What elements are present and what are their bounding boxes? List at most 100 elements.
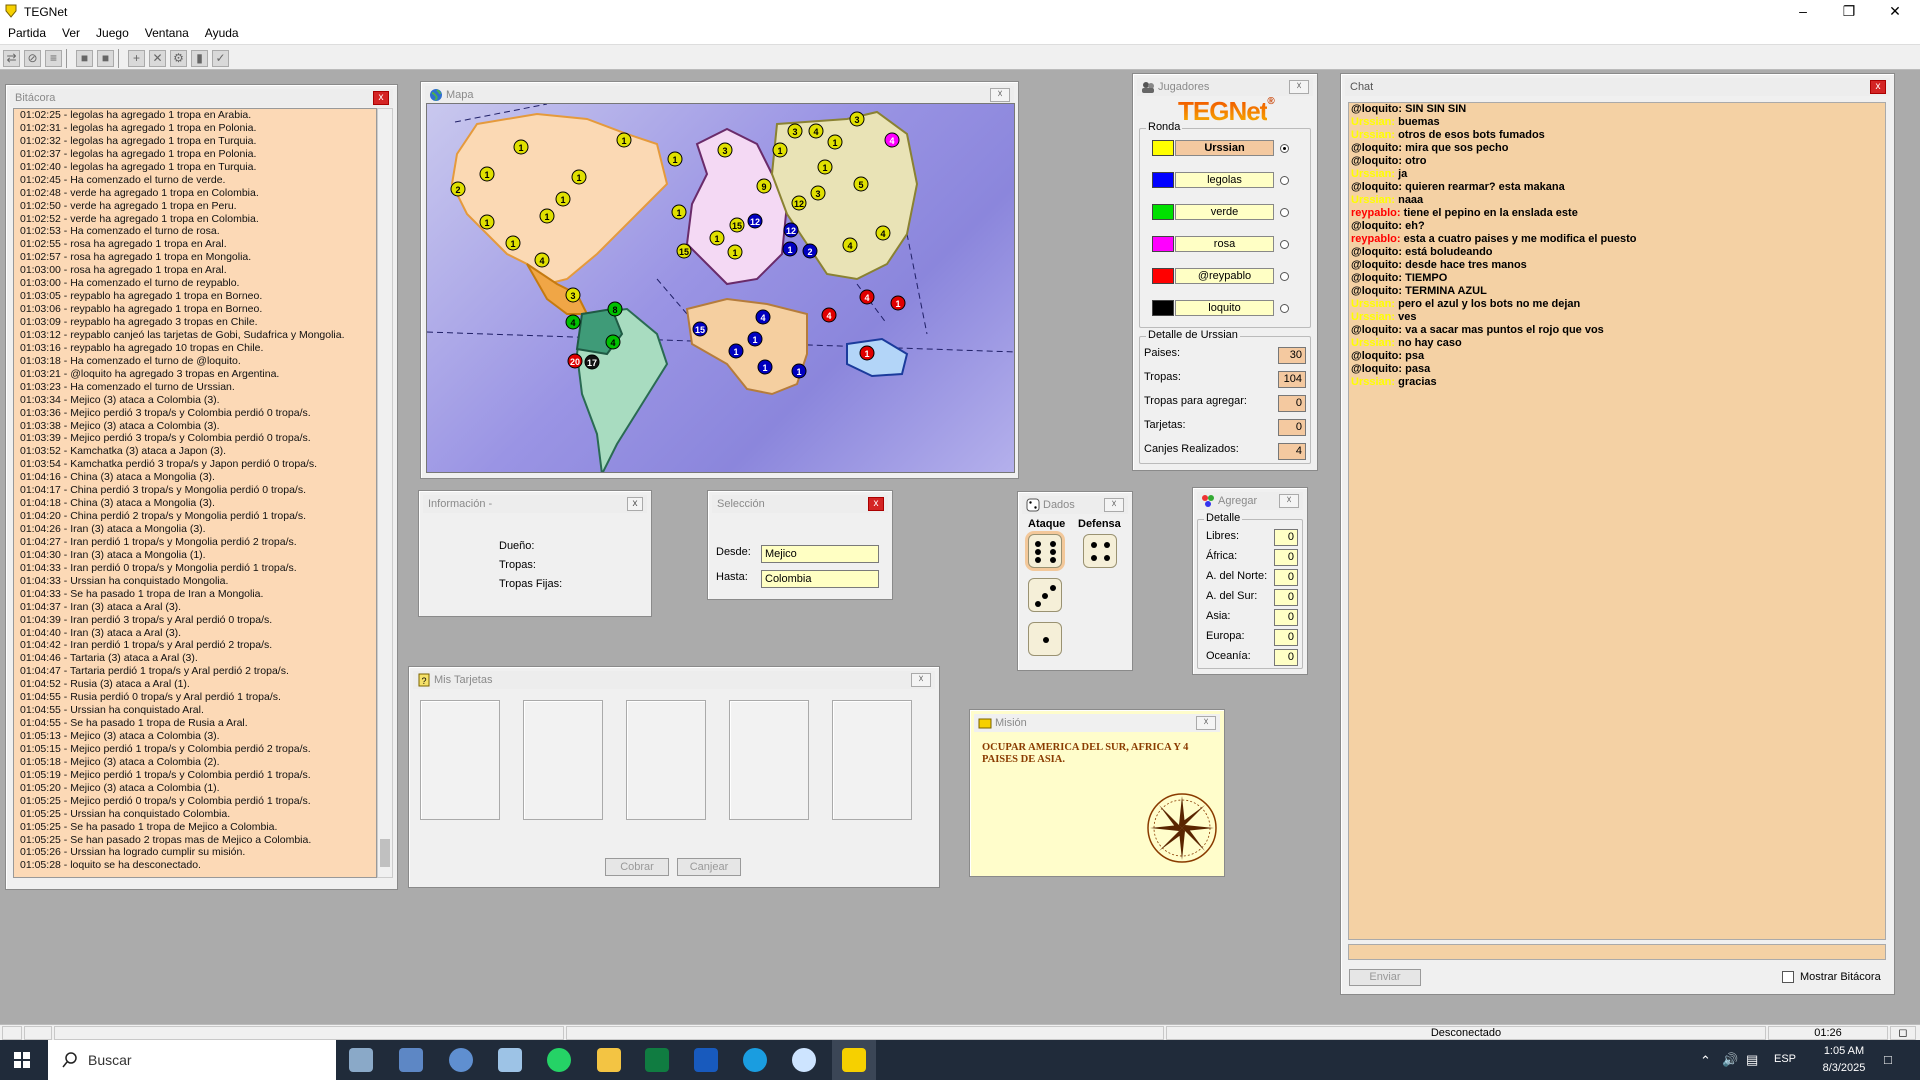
card-slot[interactable] (729, 700, 809, 820)
jugadores-close-button[interactable]: ☓ (1289, 80, 1309, 94)
attack-icon[interactable]: ✕ (149, 50, 166, 67)
bitacora-scrollbar[interactable] (377, 108, 393, 878)
informacion-close-button[interactable]: x (627, 497, 643, 511)
tray-date[interactable]: 8/3/2025 (1814, 1062, 1874, 1074)
menu-ver[interactable]: Ver (54, 24, 88, 40)
scroll-thumb[interactable] (380, 839, 390, 867)
player-radio[interactable] (1280, 272, 1289, 281)
player-radio[interactable] (1280, 176, 1289, 185)
tray-chevron-icon[interactable]: ⌃ (1700, 1053, 1711, 1069)
svg-text:1: 1 (510, 239, 515, 249)
menu-partida[interactable]: Partida (0, 24, 54, 40)
bitacora-log[interactable]: 01:02:25 - legolas ha agregado 1 tropa e… (13, 108, 377, 878)
taskbar-search-box[interactable]: Buscar (48, 1040, 336, 1080)
log-line: 01:02:45 - Ha comenzado el turno de verd… (20, 173, 226, 186)
oceania-region[interactable] (846, 337, 909, 378)
chat-close-button[interactable]: x (1870, 80, 1886, 94)
menu-ayuda[interactable]: Ayuda (197, 24, 247, 40)
chat-input[interactable] (1348, 944, 1886, 960)
log-line: 01:05:15 - Mejico perdió 1 tropa/s y Col… (20, 742, 311, 755)
minimize-button[interactable]: – (1780, 0, 1826, 24)
windows-start-icon[interactable] (14, 1052, 30, 1068)
close-window-button[interactable]: ✕ (1872, 0, 1918, 24)
canjear-button[interactable]: Canjear (677, 858, 741, 876)
dados-close-button[interactable]: ☓ (1104, 498, 1124, 512)
stop-icon[interactable]: ■ (97, 50, 114, 67)
volume-icon[interactable]: 🔊 (1722, 1052, 1738, 1068)
file-explorer-icon[interactable] (597, 1048, 621, 1072)
player-radio[interactable] (1280, 208, 1289, 217)
tarjetas-close-button[interactable]: ☓ (911, 673, 931, 687)
log-line: 01:05:13 - Mejico (3) ataca a Colombia (… (20, 730, 220, 742)
app-icon[interactable] (792, 1048, 816, 1072)
svg-text:1: 1 (822, 163, 827, 173)
excel-icon[interactable] (645, 1048, 669, 1072)
seleccion-close-button[interactable]: x (868, 497, 884, 511)
board-icon[interactable]: ■ (76, 50, 93, 67)
log-line: 01:04:20 - China perdió 2 tropa/s y Mong… (20, 510, 307, 523)
agregar-close-button[interactable]: ☓ (1279, 494, 1299, 508)
gear-icon[interactable]: ⚙ (170, 50, 187, 67)
card-icon: ? (418, 673, 430, 687)
menu-ventana[interactable]: Ventana (137, 24, 197, 40)
notepad-icon[interactable] (498, 1048, 522, 1072)
player-row-verde[interactable]: verde (1152, 203, 1292, 221)
chat-messages[interactable]: @loquito: SIN SIN SIN Urssian: buemas Urss… (1348, 102, 1886, 940)
calculator-icon[interactable] (399, 1048, 423, 1072)
restore-button[interactable]: ❐ (1826, 0, 1872, 24)
chat-message: Urssian: no hay caso (1349, 337, 1885, 350)
chat-user: Urssian: (1351, 194, 1396, 206)
player-row-reypablo[interactable]: @reypablo (1152, 267, 1292, 285)
chat-user: @loquito: (1351, 181, 1403, 193)
mision-close-button[interactable]: ☓ (1196, 716, 1216, 730)
player-radio[interactable] (1280, 240, 1289, 249)
cobrar-button[interactable]: Cobrar (605, 858, 669, 876)
player-row-loquito[interactable]: loquito (1152, 299, 1292, 317)
word-icon[interactable] (694, 1048, 718, 1072)
app-icon[interactable] (449, 1048, 473, 1072)
settings-app-icon[interactable] (349, 1048, 373, 1072)
mapa-close-button[interactable]: ☓ (990, 88, 1010, 102)
svg-text:4: 4 (813, 127, 818, 137)
menu-juego[interactable]: Juego (88, 24, 137, 40)
disconnect-icon[interactable]: ⊘ (24, 50, 41, 67)
map-svg[interactable]: 1 1 1 2 1 1 1 1 1 4 3 8 4 4 20 17 1 3 1 … (427, 104, 1015, 473)
africa-region[interactable] (685, 297, 808, 396)
language-indicator[interactable]: ESP (1774, 1053, 1796, 1065)
card-slot[interactable] (420, 700, 500, 820)
tray-clock[interactable]: 1:05 AM (1814, 1045, 1874, 1057)
svg-text:1: 1 (777, 146, 782, 156)
card-slot[interactable] (626, 700, 706, 820)
notifications-icon[interactable]: □ (1884, 1052, 1892, 1067)
chat-user: reypablo: (1351, 233, 1401, 245)
player-radio[interactable] (1280, 304, 1289, 313)
card-slot[interactable] (832, 700, 912, 820)
tegnet-taskbar-button[interactable] (832, 1040, 876, 1080)
status-bar: Desconectado 01:26 ◻ (0, 1024, 1920, 1040)
world-map[interactable]: 1 1 1 2 1 1 1 1 1 4 3 8 4 4 20 17 1 3 1 … (426, 103, 1015, 473)
connect-icon[interactable]: ⇄ (3, 50, 20, 67)
mostrar-bitacora-checkbox[interactable] (1782, 971, 1794, 983)
player-row-urssian[interactable]: Urssian (1152, 139, 1292, 157)
dice-icon (1026, 498, 1040, 512)
log-line: 01:03:54 - Kamchatka perdió 3 tropa/s y … (20, 458, 318, 471)
svg-text:4: 4 (864, 293, 869, 303)
player-row-rosa[interactable]: rosa (1152, 235, 1292, 253)
list-icon[interactable]: ≡ (45, 50, 62, 67)
add-icon[interactable]: + (128, 50, 145, 67)
enviar-button[interactable]: Enviar (1349, 969, 1421, 986)
whatsapp-icon[interactable] (547, 1048, 571, 1072)
network-icon[interactable]: ▤ (1746, 1052, 1758, 1068)
log-line: 01:02:50 - verde ha agregado 1 tropa en … (20, 199, 237, 212)
player-name: verde (1175, 204, 1274, 220)
bitacora-close-button[interactable]: x (373, 91, 389, 105)
duenio-label: Dueño: (499, 540, 535, 552)
europe-region[interactable] (685, 127, 789, 286)
edge-icon[interactable] (743, 1048, 767, 1072)
cards-icon[interactable]: ▮ (191, 50, 208, 67)
card-slot[interactable] (523, 700, 603, 820)
check-icon[interactable]: ✓ (212, 50, 229, 67)
player-radio[interactable] (1280, 144, 1289, 153)
informacion-title: Información -x (423, 495, 647, 513)
player-row-legolas[interactable]: legolas (1152, 171, 1292, 189)
